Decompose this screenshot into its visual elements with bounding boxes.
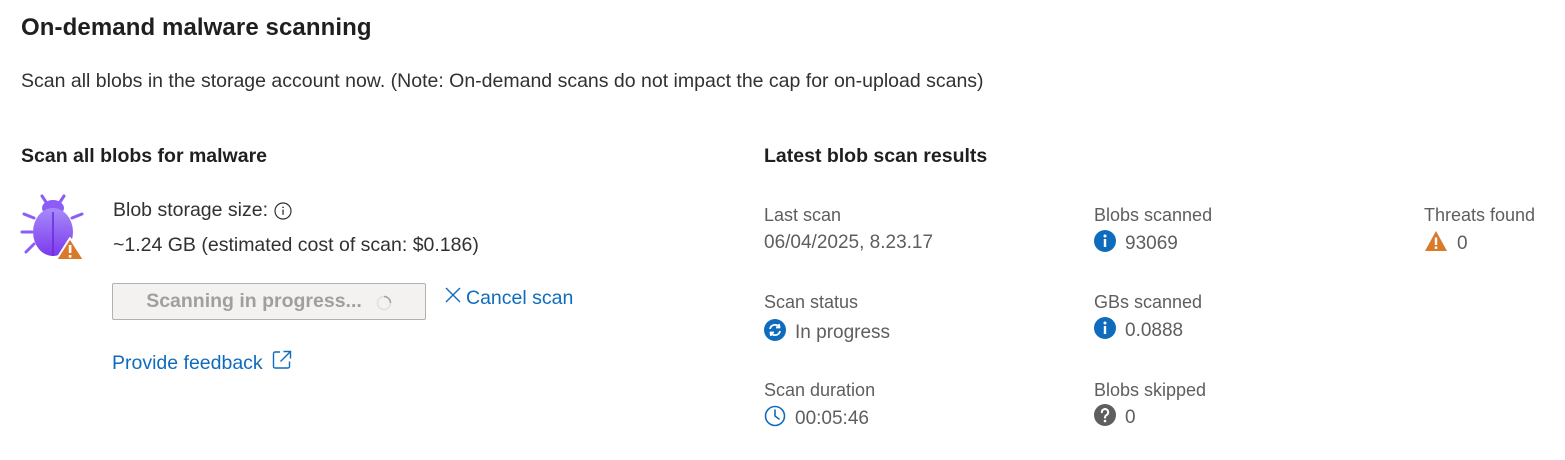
threats-found-label: Threats found	[1424, 205, 1536, 225]
question-icon	[1094, 404, 1116, 432]
scan-duration-label: Scan duration	[764, 380, 876, 400]
blobs-scanned-label: Blobs scanned	[1094, 205, 1213, 225]
gbs-scanned-row: 0.0888	[1094, 317, 1183, 345]
scan-status-value: In progress	[795, 322, 891, 343]
cancel-scan-label: Cancel scan	[466, 286, 574, 309]
gbs-scanned-label: GBs scanned	[1094, 292, 1203, 312]
external-link-icon	[271, 349, 293, 377]
warning-icon	[1424, 230, 1448, 258]
last-scan-label: Last scan	[764, 205, 842, 225]
scan-duration-value: 00:05:46	[795, 408, 869, 429]
info-icon	[1094, 230, 1116, 258]
page-title: On-demand malware scanning	[21, 14, 372, 41]
blobs-skipped-row: 0	[1094, 404, 1136, 432]
spinner-icon	[376, 294, 392, 310]
gbs-scanned-value: 0.0888	[1125, 320, 1184, 341]
info-outline-icon[interactable]	[274, 201, 292, 220]
scan-button-label: Scanning in progress...	[146, 290, 362, 312]
blobs-scanned-row: 93069	[1094, 230, 1178, 258]
scan-status-row: In progress	[764, 319, 890, 347]
storage-size-value: ~1.24 GB (estimated cost of scan: $0.186…	[113, 234, 479, 256]
scan-status-label: Scan status	[764, 292, 859, 312]
blobs-skipped-value: 0	[1125, 407, 1136, 428]
storage-size-label-row: Blob storage size:	[113, 199, 292, 222]
info-icon	[1094, 317, 1116, 345]
scan-section-title: Scan all blobs for malware	[21, 145, 267, 167]
threats-found-row: 0	[1424, 230, 1468, 258]
blobs-skipped-label: Blobs skipped	[1094, 380, 1207, 400]
last-scan-value: 06/04/2025, 8.23.17	[764, 232, 934, 253]
bug-warning-icon	[20, 192, 86, 262]
cancel-scan-link[interactable]: Cancel scan	[444, 286, 573, 310]
scan-in-progress-button[interactable]: Scanning in progress...	[112, 283, 426, 320]
provide-feedback-link[interactable]: Provide feedback	[112, 349, 293, 377]
storage-size-label: Blob storage size:	[113, 199, 269, 221]
results-section-title: Latest blob scan results	[764, 145, 988, 167]
threats-found-value: 0	[1457, 233, 1468, 254]
page-description: Scan all blobs in the storage account no…	[21, 70, 984, 92]
sync-icon	[764, 319, 786, 347]
scan-duration-row: 00:05:46	[764, 405, 869, 433]
provide-feedback-label: Provide feedback	[112, 351, 263, 374]
blobs-scanned-value: 93069	[1125, 233, 1178, 254]
close-icon	[444, 286, 462, 310]
clock-icon	[764, 405, 786, 433]
